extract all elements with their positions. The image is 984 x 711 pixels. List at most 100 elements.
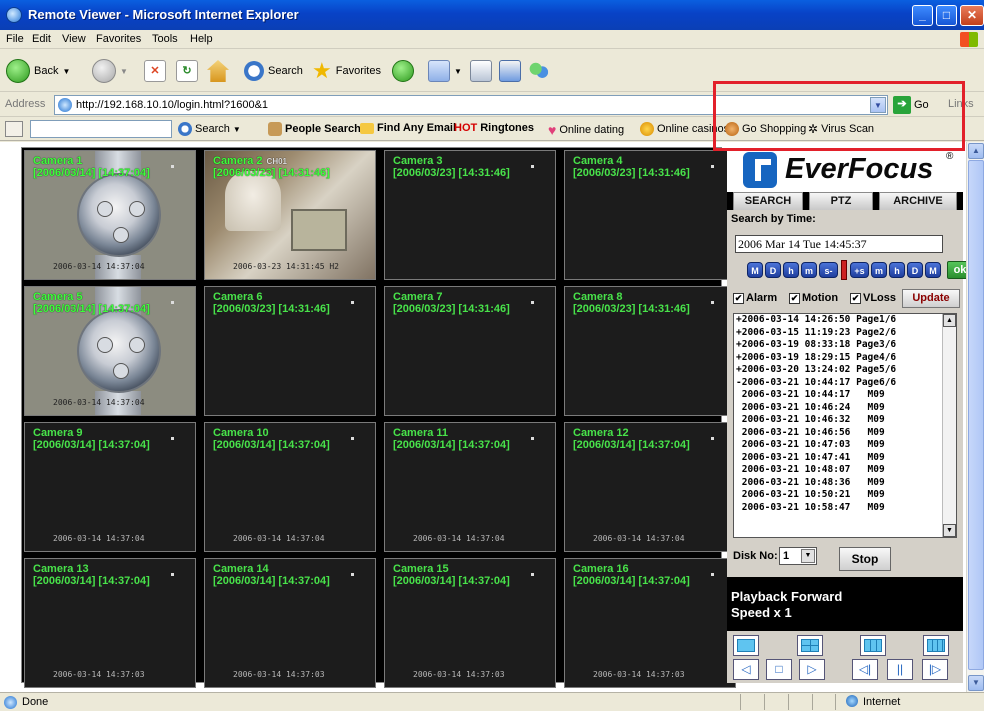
update-button[interactable]: Update [902, 289, 960, 308]
time-slider-handle[interactable] [841, 260, 847, 280]
camera-tile[interactable]: Camera 10 [2006/03/14] [14:37:04] 2006-03-… [204, 422, 376, 552]
camera-tile[interactable]: Camera 1 [2006/03/14] [14:37:04] 2006-03-1… [24, 150, 196, 280]
month-plus-button[interactable]: M [925, 262, 941, 278]
messenger-button[interactable] [528, 57, 550, 85]
refresh-button[interactable]: ↻ [176, 57, 198, 85]
camera-tile[interactable]: Camera 2 CH01 [2006/03/23] [14:31:46] 2006-… [204, 150, 376, 280]
minimize-button[interactable]: _ [912, 5, 933, 26]
vloss-checkbox[interactable]: ✔ VLoss [850, 292, 896, 304]
stop-button[interactable]: ✕ [144, 57, 166, 85]
month-minus-button[interactable]: M [747, 262, 763, 278]
scroll-down-icon[interactable]: ▼ [968, 675, 984, 691]
motion-checkbox[interactable]: ✔ Motion [789, 292, 838, 304]
event-row[interactable]: 2006-03-21 10:46:56 M09 [734, 427, 956, 440]
history-button[interactable] [392, 57, 414, 85]
event-row[interactable]: 2006-03-21 10:47:03 M09 [734, 439, 956, 452]
event-row[interactable]: 2006-03-21 10:48:07 M09 [734, 464, 956, 477]
links-label[interactable]: Links [948, 98, 974, 110]
go-button[interactable]: ➔ Go [893, 96, 929, 114]
camera-tile[interactable]: Camera 3 [2006/03/23] [14:31:46] [384, 150, 556, 280]
step-back-button[interactable]: ◁| [852, 659, 878, 680]
event-row[interactable]: +2006-03-19 18:29:15 Page4/6 [734, 352, 956, 365]
camera-tile[interactable]: Camera 4 [2006/03/23] [14:31:46] [564, 150, 736, 280]
online-casinos-button[interactable]: Online casinos [640, 122, 729, 136]
toolbar-search-button[interactable]: Search ▼ [178, 122, 241, 136]
hour-plus-button[interactable]: h [889, 262, 905, 278]
event-row[interactable]: 2006-03-21 10:48:36 M09 [734, 477, 956, 490]
menu-view[interactable]: View [62, 33, 86, 45]
home-button[interactable] [207, 57, 229, 85]
disk-select[interactable]: 1 ▼ [779, 547, 817, 565]
event-row[interactable]: 2006-03-21 10:47:41 M09 [734, 452, 956, 465]
menu-file[interactable]: File [6, 33, 24, 45]
forward-button[interactable]: ▼ [92, 57, 128, 85]
event-row[interactable]: 2006-03-21 10:46:24 M09 [734, 402, 956, 415]
menu-favorites[interactable]: Favorites [96, 33, 141, 45]
event-row[interactable]: -2006-03-21 10:44:17 Page6/6 [734, 377, 956, 390]
favorites-button[interactable]: ★ Favorites [312, 57, 381, 85]
menu-tools[interactable]: Tools [152, 33, 178, 45]
mail-button[interactable]: ▼ [428, 57, 462, 85]
tab-ptz[interactable]: PTZ [809, 192, 873, 210]
camera-tile[interactable]: Camera 8 [2006/03/23] [14:31:46] [564, 286, 736, 416]
scroll-up-icon[interactable]: ▲ [968, 143, 984, 159]
print-button[interactable] [470, 57, 492, 85]
camera-tile[interactable]: Camera 13 [2006/03/14] [14:37:04] 2006-03-… [24, 558, 196, 688]
event-row[interactable]: +2006-03-20 13:24:02 Page5/6 [734, 364, 956, 377]
step-forward-button[interactable]: |▷ [922, 659, 948, 680]
pause-button[interactable]: || [887, 659, 913, 680]
event-row[interactable]: 2006-03-21 10:58:47 M09 [734, 502, 956, 515]
minute-plus-button[interactable]: m [871, 262, 887, 278]
address-input[interactable]: http://192.168.10.10/login.html?1600&1 ▼ [54, 95, 888, 115]
day-plus-button[interactable]: D [907, 262, 923, 278]
tab-search[interactable]: SEARCH [733, 192, 803, 210]
camera-tile[interactable]: Camera 5 [2006/03/14] [14:37:04] 2006-03-1… [24, 286, 196, 416]
time-input[interactable]: 2006 Mar 14 Tue 14:45:37 [735, 235, 943, 253]
event-list-scrollbar[interactable]: ▲ ▼ [942, 314, 956, 537]
camera-tile[interactable]: Camera 16 [2006/03/14] [14:37:04] 2006-03-… [564, 558, 736, 688]
event-row[interactable]: +2006-03-19 08:33:18 Page3/6 [734, 339, 956, 352]
edit-button[interactable] [499, 57, 521, 85]
camera-tile[interactable]: Camera 7 [2006/03/23] [14:31:46] [384, 286, 556, 416]
online-dating-button[interactable]: ♥ Online dating [548, 122, 624, 138]
toolbar-search-input[interactable] [30, 120, 172, 138]
rewind-button[interactable]: ◁ [733, 659, 759, 680]
event-row[interactable]: 2006-03-21 10:46:32 M09 [734, 414, 956, 427]
camera-tile[interactable]: Camera 6 [2006/03/23] [14:31:46] [204, 286, 376, 416]
stop-button-small[interactable]: □ [766, 659, 792, 680]
menu-help[interactable]: Help [190, 33, 213, 45]
virus-scan-button[interactable]: ✲ Virus Scan [808, 122, 874, 136]
menu-edit[interactable]: Edit [32, 33, 51, 45]
camera-tile[interactable]: Camera 9 [2006/03/14] [14:37:04] 2006-03-1… [24, 422, 196, 552]
layout-4-button[interactable] [797, 635, 823, 656]
hour-minus-button[interactable]: h [783, 262, 799, 278]
play-button[interactable]: ▷ [799, 659, 825, 680]
camera-tile[interactable]: Camera 15 [2006/03/14] [14:37:04] 2006-03-… [384, 558, 556, 688]
second-minus-button[interactable]: s- [819, 262, 838, 278]
camera-tile[interactable]: Camera 11 [2006/03/14] [14:37:04] 2006-03-… [384, 422, 556, 552]
stop-playback-button[interactable]: Stop [839, 547, 891, 571]
scroll-down-icon[interactable]: ▼ [943, 524, 956, 537]
tab-archive[interactable]: ARCHIVE [879, 192, 957, 210]
back-button[interactable]: Back ▼ [6, 57, 70, 85]
event-row[interactable]: 2006-03-21 10:44:17 M09 [734, 389, 956, 402]
event-row[interactable]: 2006-03-21 10:50:21 M09 [734, 489, 956, 502]
layout-9-button[interactable] [860, 635, 886, 656]
search-button[interactable]: Search [244, 57, 303, 85]
second-plus-button[interactable]: +s [850, 262, 869, 278]
event-row[interactable]: +2006-03-15 11:19:23 Page2/6 [734, 327, 956, 340]
page-scrollbar[interactable]: ▲ ▼ [966, 142, 984, 692]
minute-minus-button[interactable]: m [801, 262, 817, 278]
camera-tile[interactable]: Camera 14 [2006/03/14] [14:37:04] 2006-03-… [204, 558, 376, 688]
camera-tile[interactable]: Camera 12 [2006/03/14] [14:37:04] 2006-03-… [564, 422, 736, 552]
layout-1-button[interactable] [733, 635, 759, 656]
close-button[interactable]: ✕ [960, 5, 984, 26]
alarm-checkbox[interactable]: ✔ Alarm [733, 292, 777, 304]
maximize-button[interactable]: □ [936, 5, 957, 26]
go-shopping-button[interactable]: Go Shopping [725, 122, 806, 136]
address-dropdown-icon[interactable]: ▼ [870, 97, 886, 113]
scroll-thumb[interactable] [968, 160, 984, 670]
ringtones-button[interactable]: HOT Ringtones [454, 122, 534, 134]
scroll-up-icon[interactable]: ▲ [943, 314, 956, 327]
event-list[interactable]: +2006-03-14 14:26:50 Page1/6 +2006-03-15 … [733, 313, 957, 538]
